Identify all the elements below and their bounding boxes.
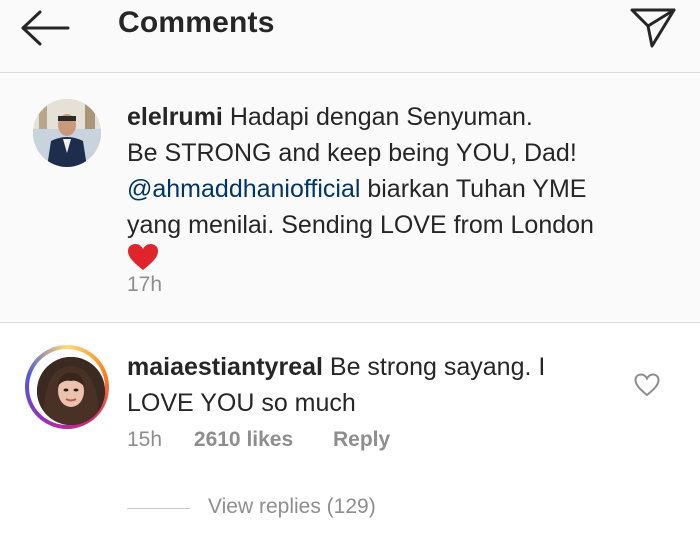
timestamp: 17h	[127, 273, 163, 296]
divider	[127, 508, 190, 509]
paper-plane-icon	[630, 8, 676, 48]
username-link[interactable]: elelrumi	[127, 103, 223, 131]
profile-photo	[37, 357, 105, 425]
page-title: Comments	[118, 6, 275, 39]
mention-link[interactable]: @ahmaddhaniofficial	[127, 175, 360, 203]
back-button[interactable]	[18, 8, 74, 48]
heart-outline-icon	[634, 373, 660, 397]
comment-item: maiaestiantyreal Be strong sayang. I LOV…	[0, 323, 700, 541]
view-replies-button[interactable]: View replies (129)	[208, 495, 376, 519]
comment-text: maiaestiantyreal Be strong sayang. I LOV…	[127, 349, 647, 421]
profile-photo	[33, 99, 101, 167]
comment-line: biarkan Tuhan YME	[360, 175, 587, 203]
avatar[interactable]	[33, 99, 101, 167]
comment-line: Hadapi dengan Senyuman.	[229, 103, 533, 131]
arrow-left-icon	[21, 10, 70, 46]
story-ring-inner	[29, 349, 105, 425]
reply-button[interactable]: Reply	[333, 428, 390, 452]
comment-line: yang menilai. Sending LOVE from London	[127, 211, 594, 239]
comment-text: elelrumi Hadapi dengan Senyuman. Be STRO…	[127, 99, 647, 281]
username-link[interactable]: maiaestiantyreal	[127, 353, 323, 381]
comment-meta: 15h 2610 likes Reply	[127, 428, 390, 452]
comment-meta: 17h	[127, 273, 162, 297]
avatar	[37, 357, 105, 425]
caption-comment: elelrumi Hadapi dengan Senyuman. Be STRO…	[0, 73, 700, 323]
story-ring[interactable]	[25, 345, 109, 429]
comment-line: LOVE YOU so much	[127, 389, 356, 417]
comment-line: Be STRONG and keep being YOU, Dad!	[127, 139, 577, 167]
likes-count[interactable]: 2610 likes	[194, 428, 293, 452]
top-bar: Comments	[0, 0, 700, 73]
like-button[interactable]	[634, 373, 660, 397]
share-button[interactable]	[628, 4, 678, 50]
comment-line: Be strong sayang. I	[329, 353, 546, 381]
timestamp: 15h	[127, 428, 163, 451]
